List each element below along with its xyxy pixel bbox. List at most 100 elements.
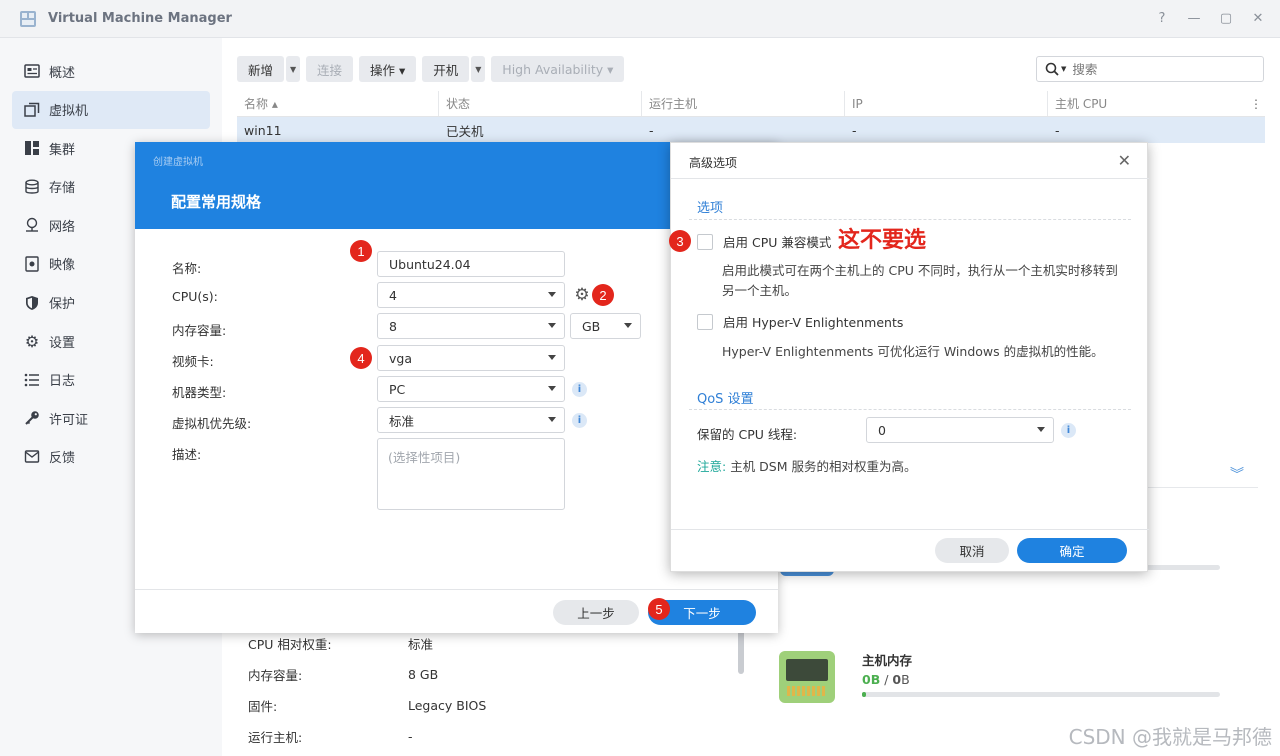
description-label: 描述: [172, 447, 202, 462]
cell-status: 已关机 [446, 123, 484, 139]
machine-type-value: PC [389, 381, 406, 397]
gear-icon[interactable]: ⚙ [572, 285, 592, 305]
column-ip[interactable]: IP [845, 91, 1048, 116]
info-icon[interactable]: i [1061, 423, 1076, 438]
name-field[interactable] [377, 251, 565, 277]
help-icon[interactable]: ? [1152, 8, 1172, 28]
ok-button[interactable]: 确定 [1017, 538, 1127, 563]
chevron-down-icon [1037, 427, 1045, 432]
wizard-footer: 上一步 下一步 5 [135, 589, 778, 633]
vmm-window: Virtual Machine Manager ? — ▢ ✕ 概述 虚拟机 集… [0, 0, 1280, 756]
key-icon [24, 410, 40, 426]
cpu-compat-checkbox[interactable] [697, 233, 713, 250]
cpu-compat-option[interactable]: 启用 CPU 兼容模式 [697, 232, 831, 251]
host-memory-value: 0B / 0B [862, 672, 910, 687]
gear-icon: ⚙ [24, 331, 40, 351]
memory-total: 0 [892, 672, 902, 687]
search-dropdown-arrow[interactable]: ▼ [1061, 65, 1066, 73]
memory-value: 8 [389, 318, 397, 334]
close-icon[interactable]: ✕ [1248, 8, 1268, 28]
cluster-icon [24, 140, 40, 156]
memory-chip-icon [779, 651, 835, 703]
hyperv-description: Hyper-V Enlightenments 可优化运行 Windows 的虚拟… [722, 344, 1104, 359]
column-host[interactable]: 运行主机 [642, 91, 845, 116]
hyperv-label: 启用 Hyper-V Enlightenments [723, 315, 904, 330]
sidebar-item-overview[interactable]: 概述 [12, 52, 210, 90]
feedback-icon [24, 449, 40, 465]
window-controls: ? — ▢ ✕ [1152, 8, 1268, 28]
add-dropdown-arrow[interactable]: ▼ [286, 56, 301, 82]
qos-section-title: QoS 设置 [697, 392, 754, 407]
name-input[interactable] [389, 256, 539, 272]
column-name[interactable]: 名称 ▴ [237, 91, 439, 116]
action-button[interactable]: 操作 ▾ [359, 56, 417, 82]
vm-table-header: 名称 ▴ 状态 运行主机 IP 主机 CPU ⋮ [237, 91, 1265, 117]
vm-icon [24, 102, 40, 118]
priority-label: 虚拟机优先级: [172, 416, 252, 431]
memory-total-unit: B [901, 672, 910, 687]
maximize-icon[interactable]: ▢ [1216, 8, 1236, 28]
step-badge-5: 5 [648, 598, 670, 620]
chevron-down-icon [548, 355, 556, 360]
detail-value: 8 GB [408, 667, 439, 682]
memory-usage-bar [862, 692, 1220, 697]
high-availability-button[interactable]: High Availability ▾ [491, 56, 625, 82]
detail-label: 运行主机: [248, 730, 303, 745]
reserved-cpu-select[interactable]: 0 [866, 417, 1054, 443]
power-on-split-button: 开机 ▼ [422, 56, 486, 82]
cell-host: - [649, 122, 654, 138]
description-textarea[interactable]: (选择性项目) [377, 438, 565, 510]
name-label: 名称: [172, 261, 202, 276]
hyperv-checkbox[interactable] [697, 313, 713, 330]
column-host-cpu[interactable]: 主机 CPU [1048, 91, 1243, 116]
sidebar-item-label: 网络 [49, 219, 76, 235]
video-select[interactable]: vga [377, 345, 565, 371]
sidebar-item-vm[interactable]: 虚拟机 [12, 90, 210, 129]
chevron-down-icon [548, 323, 556, 328]
toolbar: 新增 ▼ 连接 操作 ▾ 开机 ▼ High Availability ▾ [237, 56, 625, 82]
memory-select[interactable]: 8 [377, 313, 565, 339]
priority-select[interactable]: 标准 [377, 407, 565, 433]
minimize-icon[interactable]: — [1184, 8, 1204, 28]
table-row[interactable]: win11 已关机 - - - [237, 117, 1265, 143]
advanced-dialog-title: 高级选项 [689, 156, 738, 170]
step-badge-4: 4 [350, 347, 372, 369]
power-on-dropdown-arrow[interactable]: ▼ [471, 56, 486, 82]
add-button[interactable]: 新增 [237, 56, 285, 82]
prev-button[interactable]: 上一步 [553, 600, 639, 625]
chevron-down-icon [548, 417, 556, 422]
close-icon[interactable]: ✕ [1118, 151, 1131, 170]
cancel-button[interactable]: 取消 [935, 538, 1009, 563]
hyperv-option[interactable]: 启用 Hyper-V Enlightenments [697, 312, 903, 331]
chevron-double-down-icon[interactable]: ︾ [1230, 464, 1244, 484]
search-input[interactable] [1072, 61, 1243, 77]
detail-row: 运行主机: - [248, 721, 486, 752]
detail-label: CPU 相对权重: [248, 637, 332, 652]
column-menu-icon[interactable]: ⋮ [1243, 91, 1265, 116]
step-badge-2: 2 [592, 284, 614, 306]
memory-label: 内存容量: [172, 323, 227, 338]
column-status[interactable]: 状态 [439, 91, 642, 116]
cpu-select[interactable]: 4 [377, 282, 565, 308]
wizard-subtitle: 创建虚拟机 [153, 157, 203, 168]
search-box[interactable]: ▼ [1036, 56, 1264, 82]
machine-type-label: 机器类型: [172, 385, 227, 400]
video-value: vga [389, 350, 412, 366]
info-icon[interactable]: i [572, 413, 587, 428]
chevron-down-icon [548, 386, 556, 391]
memory-used-unit: B [870, 672, 881, 687]
connect-button[interactable]: 连接 [306, 56, 354, 82]
machine-type-select[interactable]: PC [377, 376, 565, 402]
sidebar-item-label: 许可证 [49, 412, 89, 428]
cell-ip: - [852, 122, 857, 138]
memory-unit-select[interactable]: GB [570, 313, 641, 339]
power-on-button[interactable]: 开机 [422, 56, 470, 82]
info-icon[interactable]: i [572, 382, 587, 397]
vmm-app-icon [20, 10, 36, 27]
section-divider [689, 219, 1131, 220]
detail-value: Legacy BIOS [408, 698, 487, 713]
video-label: 视频卡: [172, 354, 214, 369]
sidebar-item-label: 概述 [49, 65, 76, 81]
sidebar-item-label: 设置 [49, 335, 76, 351]
add-split-button: 新增 ▼ [237, 56, 301, 82]
